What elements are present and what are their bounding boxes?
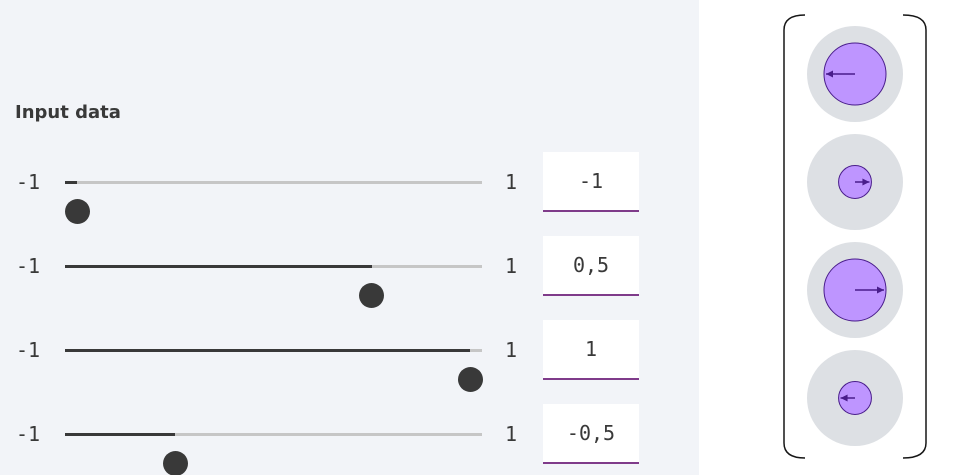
slider-min-label: -1	[16, 254, 41, 278]
vector-display-canvas	[783, 14, 927, 459]
vector-glyph	[807, 242, 903, 338]
left-bracket	[783, 14, 806, 459]
slider-track-fill	[65, 181, 77, 184]
slider-row-3: -1 1 1	[0, 320, 699, 392]
slider-min-label: -1	[16, 170, 41, 194]
section-title: Input data	[15, 102, 121, 123]
slider-min-label: -1	[16, 338, 41, 362]
vector-glyph	[807, 26, 903, 122]
slider-thumb[interactable]	[359, 283, 385, 308]
slider-track-fill	[65, 265, 372, 268]
slider-max-label: 1	[505, 170, 518, 194]
slider-track-fill	[65, 349, 470, 352]
vector-glyph	[807, 134, 903, 230]
slider-max-label: 1	[505, 338, 518, 362]
value-input[interactable]: 1	[543, 320, 639, 380]
slider-thumb[interactable]	[457, 367, 483, 392]
page: Input data -1 1 -1 -1 1 0,5 -1 1 1 -1 1 …	[0, 0, 979, 475]
slider-track[interactable]	[64, 181, 482, 224]
value-input[interactable]: -0,5	[543, 404, 639, 464]
vector-glyph	[807, 350, 903, 446]
slider-track[interactable]	[65, 349, 483, 392]
right-bracket	[902, 14, 927, 459]
input-panel: Input data -1 1 -1 -1 1 0,5 -1 1 1 -1 1 …	[0, 0, 699, 475]
slider-thumb[interactable]	[162, 451, 188, 475]
slider-min-label: -1	[16, 422, 41, 446]
slider-track[interactable]	[65, 265, 482, 308]
slider-row-4: -1 1 -0,5	[0, 404, 699, 475]
slider-track-fill	[65, 433, 176, 436]
slider-row-2: -1 1 0,5	[0, 236, 699, 308]
slider-track[interactable]	[65, 433, 482, 475]
slider-max-label: 1	[505, 422, 518, 446]
vector-display	[699, 0, 979, 475]
slider-max-label: 1	[505, 254, 518, 278]
slider-row-1: -1 1 -1	[0, 152, 699, 224]
slider-thumb[interactable]	[64, 199, 90, 224]
value-input[interactable]: 0,5	[543, 236, 639, 296]
value-input[interactable]: -1	[543, 152, 639, 212]
